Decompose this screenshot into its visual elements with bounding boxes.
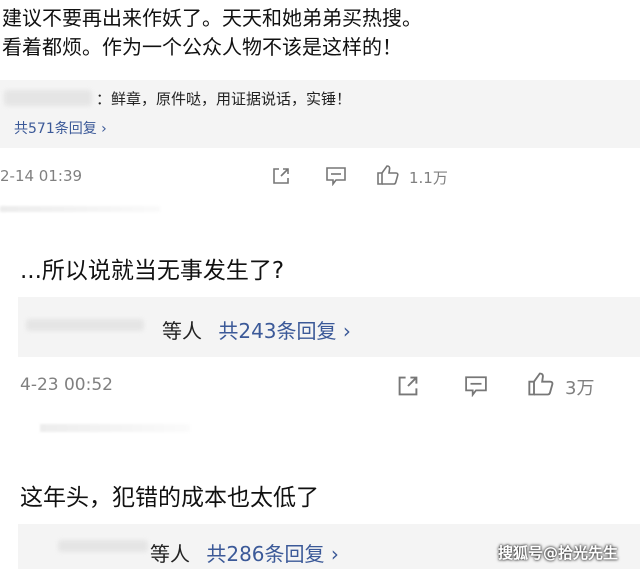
comment-3-body: 这年头，犯错的成本也太低了 — [20, 485, 319, 511]
comment-2-reply-summary[interactable]: 等人 共243条回复 › — [162, 315, 351, 344]
comment-3-reply-summary[interactable]: 等人 共286条回复 › — [150, 538, 339, 567]
comment-2-body: ...所以说就当无事发生了? — [20, 258, 285, 284]
comment-2-reply-count-link[interactable]: 共243条回复 › — [218, 319, 351, 343]
reply-users-label: 等人 — [150, 542, 190, 566]
thumbs-up-icon[interactable] — [527, 371, 555, 397]
comment-1-like-count: 1.1万 — [409, 169, 448, 187]
share-icon[interactable] — [271, 166, 291, 186]
blurred-separator — [0, 206, 160, 212]
blurred-username — [58, 540, 148, 552]
share-icon[interactable] — [396, 374, 420, 398]
comment-1-line-1: 建议不要再出来作妖了。天天和她弟弟买热搜。 — [2, 6, 422, 30]
thumbs-up-icon[interactable] — [376, 164, 400, 186]
reply-users-label: 等人 — [162, 319, 202, 343]
blurred-separator — [40, 424, 190, 432]
comment-1-body: 建议不要再出来作妖了。天天和她弟弟买热搜。 看着都烦。作为一个公众人物不该是这样… — [2, 4, 638, 62]
blurred-username — [26, 319, 144, 331]
comment-1-timestamp: 2-14 01:39 — [0, 167, 83, 185]
comment-icon[interactable] — [463, 375, 489, 397]
comment-1-line-2: 看着都烦。作为一个公众人物不该是这样的！ — [2, 35, 402, 59]
comment-icon[interactable] — [325, 166, 347, 186]
comment-1-reply-count-link[interactable]: 共571条回复 › — [14, 118, 107, 138]
comment-1-reply-preview: ：鲜章，原件哒，用证据说话，实锤！ — [96, 90, 352, 108]
comment-3-reply-count-link[interactable]: 共286条回复 › — [206, 542, 339, 566]
comment-2-timestamp: 4-23 00:52 — [20, 375, 113, 395]
blurred-username — [4, 90, 92, 106]
comment-2-like-count: 3万 — [565, 378, 595, 399]
sohu-watermark: 搜狐号@拾光先生 — [498, 544, 619, 562]
